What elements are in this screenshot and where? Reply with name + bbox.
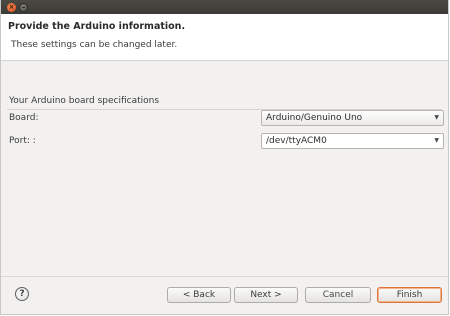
wizard-header: Provide the Arduino information. These s… <box>1 14 448 61</box>
port-combo-value: /dev/ttyACM0 <box>266 136 327 146</box>
next-button[interactable]: Next > <box>234 287 298 303</box>
back-button[interactable]: < Back <box>167 287 231 303</box>
board-select-value: Arduino/Genuino Uno <box>266 113 363 123</box>
port-combo[interactable]: /dev/ttyACM0 ▼ <box>261 133 444 149</box>
button-bar-divider <box>1 276 448 277</box>
chevron-down-icon[interactable]: ▼ <box>434 111 439 125</box>
help-icon[interactable]: ? <box>15 287 29 301</box>
cancel-button[interactable]: Cancel <box>305 287 371 303</box>
chevron-down-icon[interactable]: ▼ <box>434 134 439 148</box>
board-label: Board: <box>9 113 39 123</box>
finish-button[interactable]: Finish <box>377 287 442 303</box>
page-title: Provide the Arduino information. <box>8 21 186 32</box>
minimize-icon[interactable] <box>19 3 28 12</box>
port-label: Port: : <box>9 136 36 146</box>
board-specs-label: Your Arduino board specifications <box>9 96 160 106</box>
page-description: These settings can be changed later. <box>11 40 178 50</box>
wizard-dialog: × Provide the Arduino information. These… <box>0 0 449 315</box>
board-select[interactable]: Arduino/Genuino Uno ▼ <box>261 110 444 126</box>
close-icon[interactable]: × <box>7 3 16 12</box>
titlebar: × <box>1 0 448 14</box>
